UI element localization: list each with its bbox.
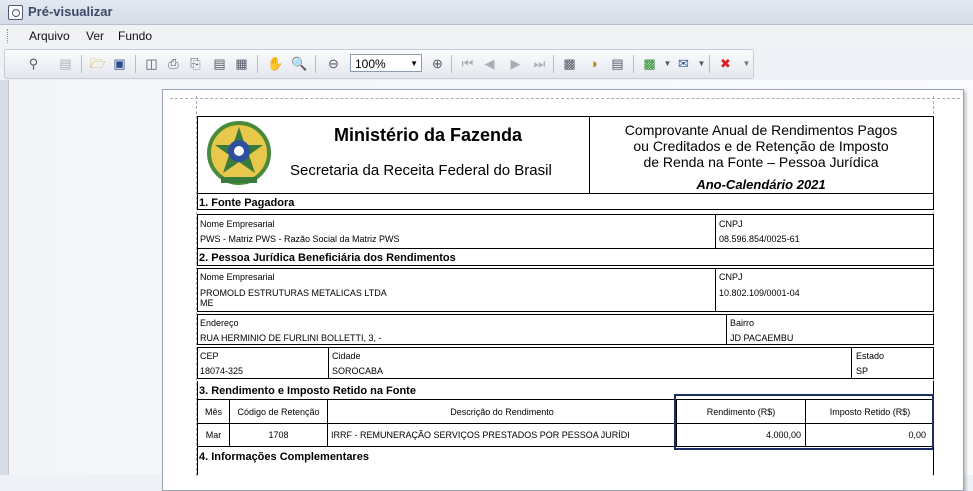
col-month: Mês xyxy=(204,407,222,417)
col-description: Descrição do Rendimento xyxy=(450,407,554,417)
title-bar: Pré-visualizar xyxy=(0,0,973,25)
first-page-icon[interactable]: ⏮ xyxy=(459,55,476,72)
color-icon[interactable]: ◑ xyxy=(585,55,602,72)
open-folder-icon[interactable]: 🗁 xyxy=(89,55,106,72)
watermark-icon[interactable]: ▤ xyxy=(609,55,626,72)
next-page-icon[interactable]: ▶ xyxy=(507,55,524,72)
cep-value: 18074-325 xyxy=(200,366,244,376)
state-value: SP xyxy=(856,366,869,376)
close-icon[interactable]: ✖ xyxy=(717,55,734,72)
toolbar: ⚲ ▤ 🗁 ▣ ◫ ⎙ ⎘ ▤ ▦ ✋ 🔍 ⊖ 100% ▼ ⊕ ⏮ ◀ ▶ ⏭… xyxy=(4,49,754,79)
zoom-value: 100% xyxy=(355,57,386,71)
email-dropdown-icon[interactable]: ▼ xyxy=(693,55,710,72)
menu-file[interactable]: Arquivo xyxy=(29,29,70,43)
ministry-title: Ministério da Fazenda xyxy=(334,125,523,145)
quick-print-icon[interactable]: ⎘ xyxy=(187,55,204,72)
menu-view[interactable]: Ver xyxy=(86,29,104,43)
row-description: IRRF - REMUNERAÇÃO SERVIÇOS PRESTADOS PO… xyxy=(331,430,630,440)
previous-page-icon[interactable]: ◀ xyxy=(481,55,498,72)
toolbar-overflow-icon[interactable]: ▼ xyxy=(738,55,755,72)
export-icon[interactable]: ▩ xyxy=(641,55,658,72)
coat-of-arms-icon xyxy=(207,121,271,185)
district-value: JD PACAEMBU xyxy=(730,333,794,343)
multiple-pages-icon[interactable]: ▩ xyxy=(561,55,578,72)
zoom-in-icon[interactable]: ⊕ xyxy=(429,55,446,72)
email-icon[interactable]: ✉ xyxy=(675,55,692,72)
address-value: RUA HERMINIO DE FURLINI BOLLETTI, 3, - xyxy=(200,333,382,343)
beneficiary-name-suffix: ME xyxy=(200,298,214,308)
save-icon[interactable]: ▣ xyxy=(111,55,128,72)
section1-header xyxy=(197,194,934,210)
row-code: 1708 xyxy=(268,430,289,440)
menu-grip xyxy=(7,29,11,43)
col-code: Código de Retenção xyxy=(237,407,320,417)
page-setup-icon[interactable]: ◫ xyxy=(143,55,160,72)
export-dropdown-icon[interactable]: ▼ xyxy=(659,55,676,72)
magnifier-icon[interactable]: 🔍 xyxy=(291,55,308,72)
calendar-year: Ano-Calendário 2021 xyxy=(696,177,826,192)
section3-title: 3. Rendimento e Imposto Retido na Fonte xyxy=(199,385,416,397)
menu-bar: Arquivo Ver Fundo xyxy=(0,25,973,47)
zoom-out-icon[interactable]: ⊖ xyxy=(325,55,342,72)
city-value: SOROCABA xyxy=(332,366,384,376)
beneficiary-name: PROMOLD ESTRUTURAS METALICAS LTDA xyxy=(200,288,387,298)
payer-name: PWS - Matriz PWS - Razão Social da Matri… xyxy=(200,234,400,244)
row-month: Mar xyxy=(205,430,222,440)
beneficiary-cnpj: 10.802.109/0001-04 xyxy=(719,288,800,298)
last-page-icon[interactable]: ⏭ xyxy=(531,55,548,72)
menu-background[interactable]: Fundo xyxy=(118,29,152,43)
zoom-select[interactable]: 100% ▼ xyxy=(350,54,422,72)
margin-guide-top xyxy=(170,98,960,99)
print-icon[interactable]: ⎙ xyxy=(165,55,182,72)
document-title: Comprovante Anual de Rendimentos Pagos o… xyxy=(624,122,898,170)
header-footer-icon[interactable]: ▤ xyxy=(211,55,228,72)
payer-cnpj: 08.596.854/0025-61 xyxy=(719,234,800,244)
hand-tool-icon[interactable]: ✋ xyxy=(267,55,284,72)
preview-icon xyxy=(8,5,23,20)
secretariat-title: Secretaria da Receita Federal do Brasil xyxy=(290,162,552,179)
section4-title: 4. Informações Complementares xyxy=(199,451,369,463)
section1-title: 1. Fonte Pagadora xyxy=(199,197,295,209)
chevron-down-icon: ▼ xyxy=(410,59,418,68)
parameters-icon[interactable]: ▤ xyxy=(57,55,74,72)
scale-icon[interactable]: ▦ xyxy=(233,55,250,72)
highlight-box xyxy=(674,394,934,450)
side-panel xyxy=(0,80,9,475)
window-title: Pré-visualizar xyxy=(28,4,113,19)
section2-title: 2. Pessoa Jurídica Beneficiária dos Rend… xyxy=(199,252,456,264)
binoculars-icon[interactable]: ⚲ xyxy=(25,55,42,72)
